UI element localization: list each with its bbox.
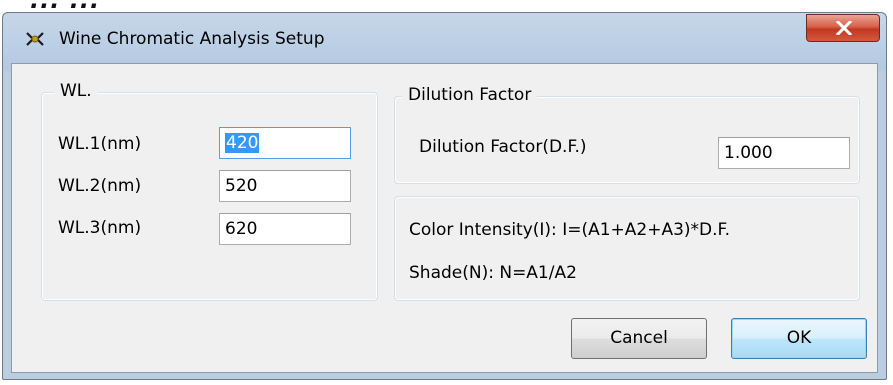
wl-group-legend: WL. <box>54 81 98 101</box>
wl2-value: 520 <box>225 176 258 196</box>
shade-formula: Shade(N): N=A1/A2 <box>409 263 577 283</box>
wine-glass-icon <box>25 31 45 47</box>
wl2-label: WL.2(nm) <box>58 176 142 196</box>
dialog-window: Wine Chromatic Analysis Setup WL. WL.1(n… <box>2 12 887 380</box>
wl1-value: 420 <box>225 133 260 153</box>
wl2-input[interactable]: 520 <box>219 170 351 202</box>
close-button[interactable] <box>806 14 880 42</box>
dilution-factor-value: 1.000 <box>724 143 773 163</box>
color-intensity-formula: Color Intensity(I): I=(A1+A2+A3)*D.F. <box>409 220 730 240</box>
close-icon <box>836 21 852 35</box>
dilution-factor-label: Dilution Factor(D.F.) <box>419 137 587 157</box>
window-title: Wine Chromatic Analysis Setup <box>59 29 325 49</box>
dilution-factor-legend: Dilution Factor <box>402 85 538 105</box>
formula-panel <box>394 196 860 301</box>
wl3-label: WL.3(nm) <box>58 218 142 238</box>
cancel-button[interactable]: Cancel <box>571 318 707 359</box>
ok-button[interactable]: OK <box>731 318 867 359</box>
wl1-input[interactable]: 420 <box>219 127 351 159</box>
dialog-client-area: WL. WL.1(nm) 420 WL.2(nm) 520 WL.3(nm) 6… <box>11 63 878 373</box>
title-bar[interactable]: Wine Chromatic Analysis Setup <box>3 13 886 63</box>
wl3-value: 620 <box>225 219 258 239</box>
dilution-factor-input[interactable]: 1.000 <box>718 137 850 169</box>
wl1-label: WL.1(nm) <box>58 134 142 154</box>
wl3-input[interactable]: 620 <box>219 213 351 245</box>
